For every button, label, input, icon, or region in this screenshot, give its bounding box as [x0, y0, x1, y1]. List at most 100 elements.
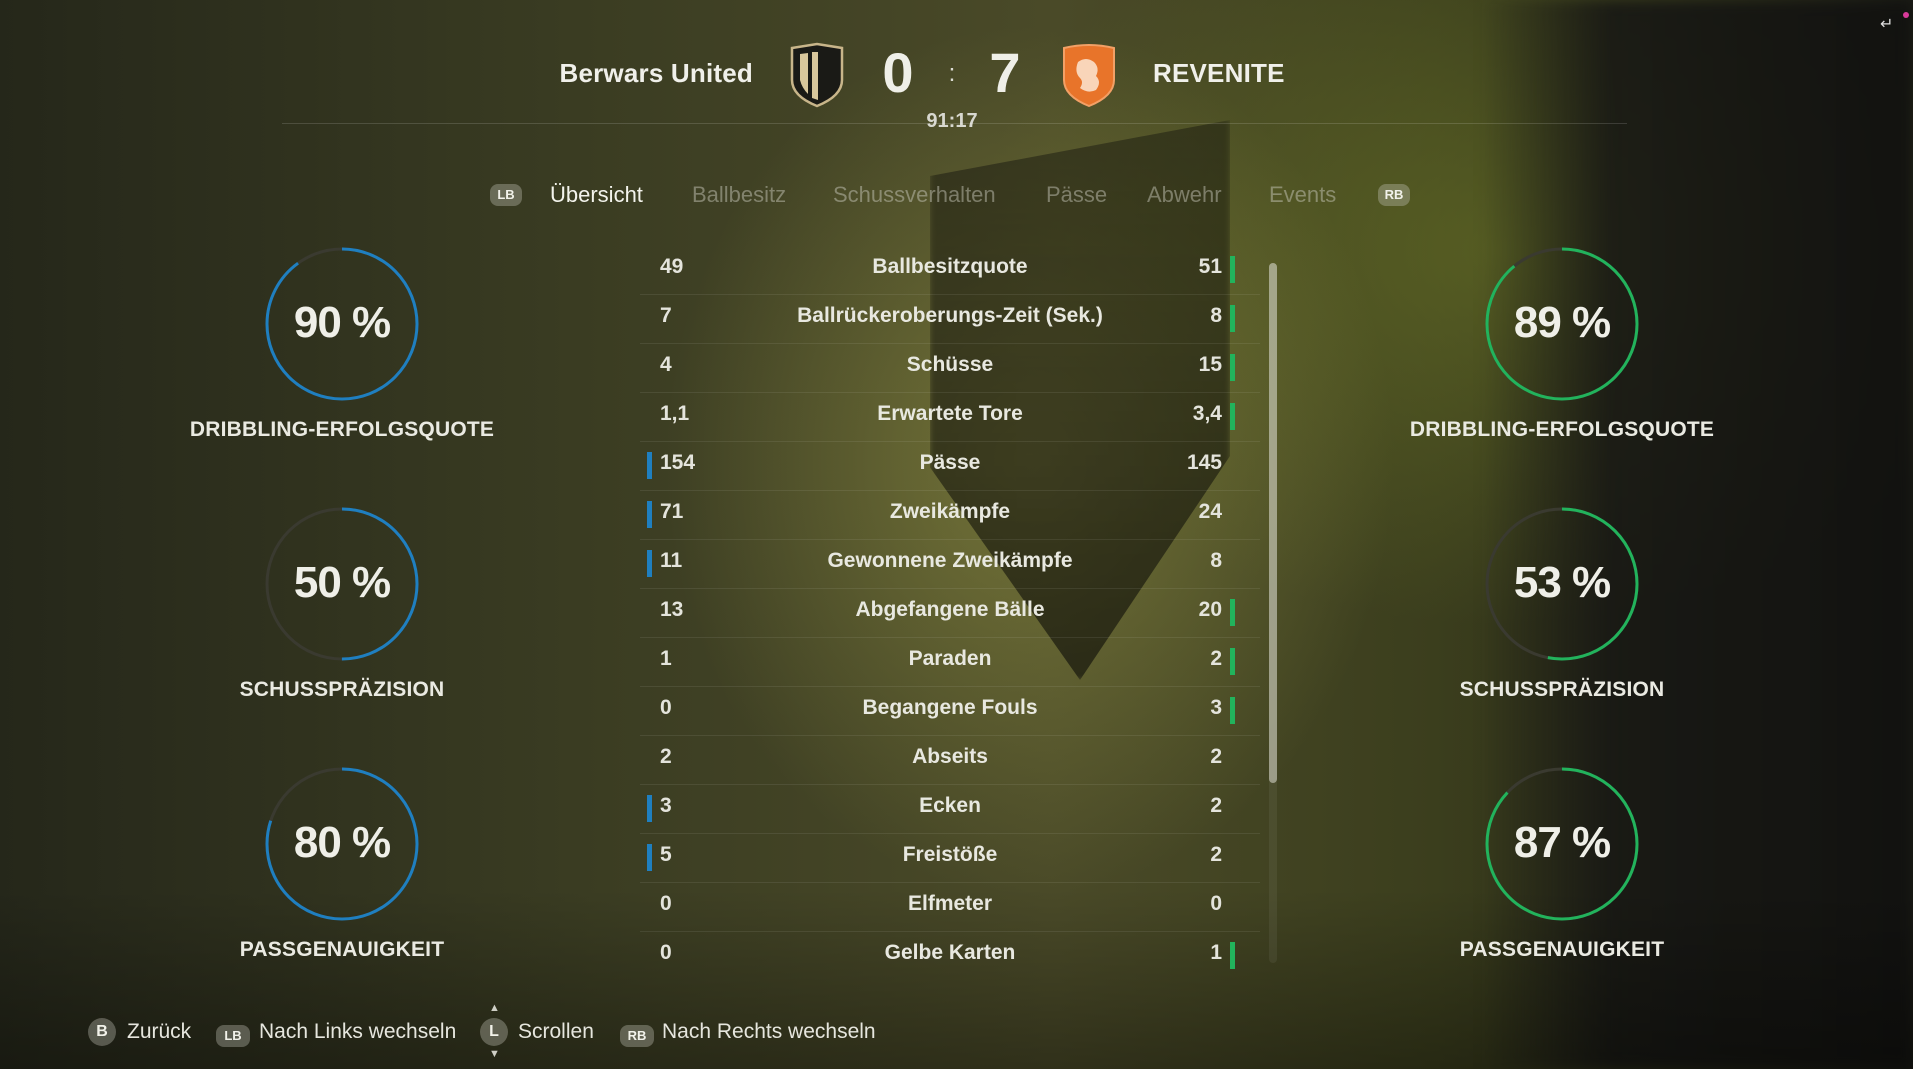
- stats-scrollbar-thumb[interactable]: [1269, 263, 1277, 783]
- gauge-label: PASSGENAUIGKEIT: [239, 938, 445, 961]
- stat-away-value: 15: [1198, 353, 1222, 376]
- away-gauge-schuss: 53 % SCHUSSPRÄZISION: [1384, 506, 1724, 706]
- stat-away-value: 2: [1210, 843, 1222, 866]
- stat-home-value: 0: [660, 892, 672, 915]
- away-leader-bar: [1230, 403, 1235, 430]
- stat-label: Abseits: [912, 745, 988, 768]
- stat-row: 71 Zweikämpfe 24: [640, 490, 1260, 540]
- stat-label: Ecken: [919, 794, 981, 817]
- stat-label: Paraden: [908, 647, 992, 670]
- score-separator: :: [948, 60, 956, 87]
- home-score: 0: [882, 41, 914, 104]
- notification-dot: [1903, 12, 1909, 18]
- stat-home-value: 7: [660, 304, 672, 327]
- stat-label: Freistöße: [902, 843, 998, 866]
- stat-row: 11 Gewonnene Zweikämpfe 8: [640, 539, 1260, 589]
- away-leader-bar: [1230, 256, 1235, 283]
- stat-away-value: 1: [1210, 941, 1222, 964]
- stat-label: Schüsse: [906, 353, 994, 376]
- away-gauge-pass: 87 % PASSGENAUIGKEIT: [1384, 766, 1724, 966]
- stat-away-value: 20: [1198, 598, 1222, 621]
- stat-home-value: 4: [660, 353, 672, 376]
- lb-button-icon[interactable]: LB: [216, 1025, 250, 1047]
- gauge-label: DRIBBLING-ERFOLGSQUOTE: [189, 418, 495, 441]
- home-leader-bar: [647, 844, 652, 871]
- switch-left-hint-label[interactable]: Nach Links wechseln: [259, 1020, 456, 1044]
- stat-label: Pässe: [919, 451, 981, 474]
- stat-label: Elfmeter: [907, 892, 993, 915]
- tab-schussverhalten[interactable]: Schussverhalten: [833, 182, 996, 208]
- b-button-icon[interactable]: B: [88, 1018, 116, 1046]
- match-clock: 91:17: [926, 110, 978, 132]
- home-gauge-pass: 80 % PASSGENAUIGKEIT: [164, 766, 504, 966]
- stat-label: Begangene Fouls: [862, 696, 1038, 719]
- gauge-value: 90 %: [293, 298, 391, 347]
- stat-row: 3 Ecken 2: [640, 784, 1260, 834]
- tab-abwehr[interactable]: Abwehr: [1147, 182, 1222, 208]
- gauge-value: 89 %: [1513, 298, 1611, 347]
- scroll-arrow-down-icon: ▼: [489, 1048, 500, 1060]
- home-gauge-schuss: 50 % SCHUSSPRÄZISION: [164, 506, 504, 706]
- stat-home-value: 154: [660, 451, 696, 474]
- stat-home-value: 13: [660, 598, 684, 621]
- tab-ballbesitz[interactable]: Ballbesitz: [692, 182, 786, 208]
- stat-home-value: 2: [660, 745, 672, 768]
- stat-home-value: 5: [660, 843, 672, 866]
- tab-events[interactable]: Events: [1269, 182, 1336, 208]
- stat-label: Gelbe Karten: [884, 941, 1016, 964]
- stats-table[interactable]: 49 Ballbesitzquote 51 7 Ballrückeroberun…: [640, 245, 1280, 985]
- stat-home-value: 1: [660, 647, 672, 670]
- stat-away-value: 8: [1210, 304, 1222, 327]
- away-leader-bar: [1230, 942, 1235, 969]
- away-crest-icon: [1063, 44, 1115, 108]
- stat-away-value: 3: [1210, 696, 1222, 719]
- away-leader-bar: [1230, 599, 1235, 626]
- l-stick-icon[interactable]: L: [480, 1018, 508, 1046]
- stat-away-value: 3,4: [1192, 402, 1222, 425]
- scroll-hint-label[interactable]: Scrollen: [518, 1020, 594, 1044]
- rb-button-icon[interactable]: RB: [1378, 184, 1410, 206]
- home-leader-bar: [647, 795, 652, 822]
- stat-away-value: 24: [1198, 500, 1222, 523]
- away-leader-bar: [1230, 354, 1235, 381]
- gauge-value: 50 %: [293, 558, 391, 607]
- stat-label: Erwartete Tore: [877, 402, 1023, 425]
- switch-right-hint-label[interactable]: Nach Rechts wechseln: [662, 1020, 876, 1044]
- stat-row: 1,1 Erwartete Tore 3,4: [640, 392, 1260, 442]
- gauge-label: SCHUSSPRÄZISION: [239, 678, 445, 701]
- stat-row: 154 Pässe 145: [640, 441, 1260, 491]
- stat-label: Ballrückeroberungs-Zeit (Sek.): [797, 304, 1103, 327]
- gauge-label: DRIBBLING-ERFOLGSQUOTE: [1409, 418, 1715, 441]
- home-gauge-dribbling: 90 % DRIBBLING-ERFOLGSQUOTE: [164, 246, 504, 446]
- away-leader-bar: [1230, 697, 1235, 724]
- tab-paesse[interactable]: Pässe: [1046, 182, 1107, 208]
- gauge-value: 80 %: [293, 818, 391, 867]
- stat-away-value: 0: [1210, 892, 1222, 915]
- stat-home-value: 0: [660, 941, 672, 964]
- stat-row: 1 Paraden 2: [640, 637, 1260, 687]
- away-leader-bar: [1230, 305, 1235, 332]
- stat-label: Abgefangene Bälle: [855, 598, 1045, 621]
- stat-home-value: 11: [660, 549, 683, 572]
- stat-away-value: 2: [1210, 745, 1222, 768]
- lb-button-icon[interactable]: LB: [490, 184, 522, 206]
- stat-row: 5 Freistöße 2: [640, 833, 1260, 883]
- stat-away-value: 51: [1198, 255, 1222, 278]
- scroll-arrow-up-icon: ▲: [489, 1002, 500, 1014]
- away-gauge-dribbling: 89 % DRIBBLING-ERFOLGSQUOTE: [1384, 246, 1724, 446]
- rb-button-icon[interactable]: RB: [620, 1025, 654, 1047]
- back-hint-label[interactable]: Zurück: [127, 1020, 191, 1044]
- stat-row: 13 Abgefangene Bälle 20: [640, 588, 1260, 638]
- gauge-label: PASSGENAUIGKEIT: [1459, 938, 1665, 961]
- away-leader-bar: [1230, 648, 1235, 675]
- stat-row: 2 Abseits 2: [640, 735, 1260, 785]
- gauge-value: 87 %: [1513, 818, 1611, 867]
- stat-home-value: 1,1: [660, 402, 690, 425]
- stat-label: Zweikämpfe: [889, 500, 1011, 523]
- stat-row: 4 Schüsse 15: [640, 343, 1260, 393]
- tab-uebersicht[interactable]: Übersicht: [550, 182, 643, 208]
- stat-home-value: 49: [660, 255, 684, 278]
- stat-row: 0 Gelbe Karten 1: [640, 931, 1260, 980]
- home-leader-bar: [647, 452, 652, 479]
- stat-row: 49 Ballbesitzquote 51: [640, 245, 1260, 295]
